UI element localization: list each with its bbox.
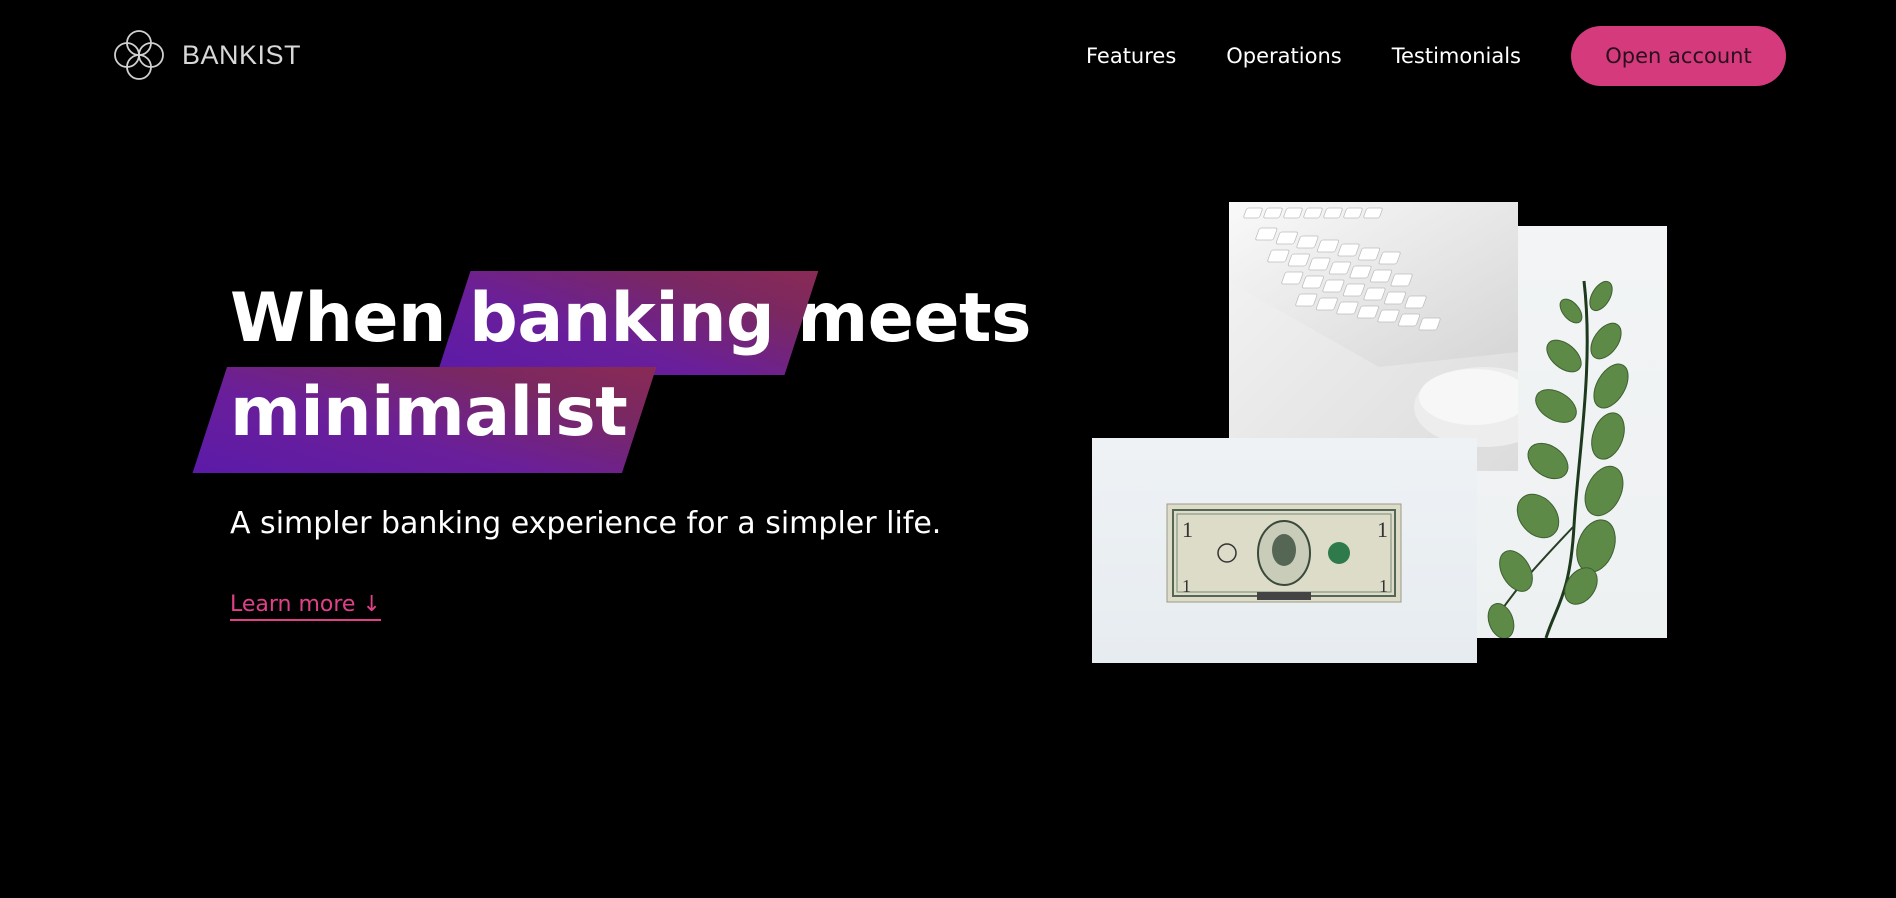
interlocking-circles-icon xyxy=(114,30,164,80)
hero-subtitle: A simpler banking experience for a simpl… xyxy=(230,506,942,541)
nav-links: Features Operations Testimonials Open ac… xyxy=(1086,26,1786,86)
hero-title-line-1: When banking meets xyxy=(230,272,1031,366)
landing-page: BANKIST Features Operations Testimonials… xyxy=(0,0,1896,898)
nav-link-operations[interactable]: Operations xyxy=(1226,44,1341,68)
brand-name: BANKIST xyxy=(182,39,302,70)
nav-link-features[interactable]: Features xyxy=(1086,44,1176,68)
hero-title-line-2: minimalist xyxy=(230,366,1031,460)
top-nav: BANKIST Features Operations Testimonials… xyxy=(0,0,1896,112)
hero-highlight-banking: banking xyxy=(469,272,775,366)
svg-text:1: 1 xyxy=(1379,576,1388,596)
hero-highlight-minimalist: minimalist xyxy=(230,366,628,460)
nav-link-testimonials[interactable]: Testimonials xyxy=(1392,44,1521,68)
learn-more-link[interactable]: Learn more ↓ xyxy=(230,592,381,621)
hero-title-word: meets xyxy=(797,279,1031,358)
brand-logo[interactable]: BANKIST xyxy=(110,26,301,84)
open-account-button[interactable]: Open account xyxy=(1571,26,1786,86)
svg-text:1: 1 xyxy=(1182,576,1191,596)
hero-title: When banking meets minimalist xyxy=(230,272,1031,460)
svg-text:1: 1 xyxy=(1377,517,1388,542)
dollar-bill-photo: 1 1 1 1 xyxy=(1092,438,1477,663)
keyboard-mouse-photo xyxy=(1229,202,1518,471)
svg-text:1: 1 xyxy=(1182,517,1193,542)
hero-title-word: When xyxy=(230,279,446,358)
